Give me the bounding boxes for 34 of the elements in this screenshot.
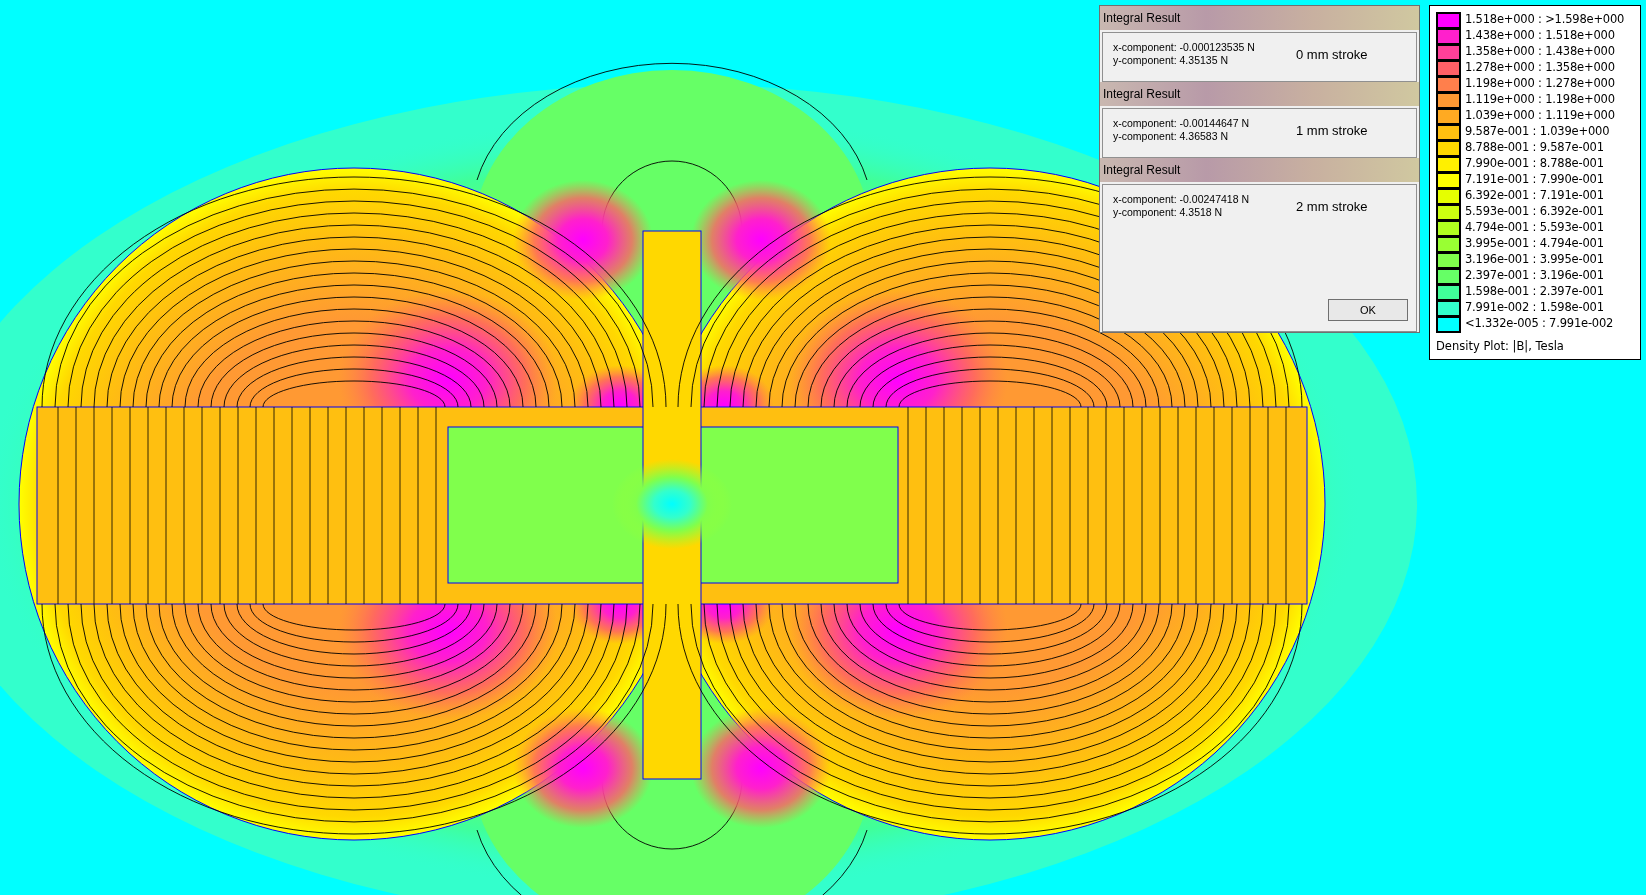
legend-range: <1.332e-005 : 7.991e-002 [1465,315,1614,333]
legend-range: 7.191e-001 : 7.990e-001 [1465,171,1604,189]
legend-range: 3.196e-001 : 3.995e-001 [1465,251,1604,269]
legend-range: 9.587e-001 : 1.039e+000 [1465,123,1610,141]
legend-range: 1.278e+000 : 1.358e+000 [1465,59,1615,77]
legend-range: 1.198e+000 : 1.278e+000 [1465,75,1615,93]
dialog-title: Integral Result [1103,10,1181,27]
legend-range: 8.788e-001 : 9.587e-001 [1465,139,1604,157]
legend-range: 7.990e-001 : 8.788e-001 [1465,155,1604,173]
force-component: y-component: 4.36583 N [1113,130,1229,143]
legend-range: 7.991e-002 : 1.598e-001 [1465,299,1604,317]
legend-range: 1.598e-001 : 2.397e-001 [1465,283,1604,301]
force-component: y-component: 4.35135 N [1113,54,1229,67]
force-component: y-component: 4.3518 N [1113,206,1224,219]
dialog-title: Integral Result [1103,86,1181,103]
legend-range: 1.358e+000 : 1.438e+000 [1465,43,1615,61]
legend-range: 6.392e-001 : 7.191e-001 [1465,187,1604,205]
legend-range: 1.119e+000 : 1.198e+000 [1465,91,1615,109]
legend-range: 4.794e-001 : 5.593e-001 [1465,219,1604,237]
legend-range: 1.518e+000 : >1.598e+000 [1465,11,1625,29]
legend-range: 1.039e+000 : 1.119e+000 [1465,107,1615,125]
force-component: x-component: -0.00247418 N [1113,193,1249,206]
stroke-note: 1 mm stroke [1296,122,1368,140]
legend-range: 1.438e+000 : 1.518e+000 [1465,27,1615,45]
legend-range: 2.397e-001 : 3.196e-001 [1465,267,1604,285]
legend-caption: Density Plot: |B|, Tesla [1436,338,1565,355]
stroke-note: 2 mm stroke [1296,198,1368,216]
legend-range: 5.593e-001 : 6.392e-001 [1465,203,1604,221]
stroke-note: 0 mm stroke [1296,46,1368,64]
force-component: x-component: -0.00144647 N [1113,117,1249,130]
force-component: x-component: -0.000123535 N [1113,41,1255,54]
legend-range: 3.995e-001 : 4.794e-001 [1465,235,1604,253]
ok-button[interactable]: OK [1328,299,1408,321]
dialog-title: Integral Result [1103,162,1181,179]
